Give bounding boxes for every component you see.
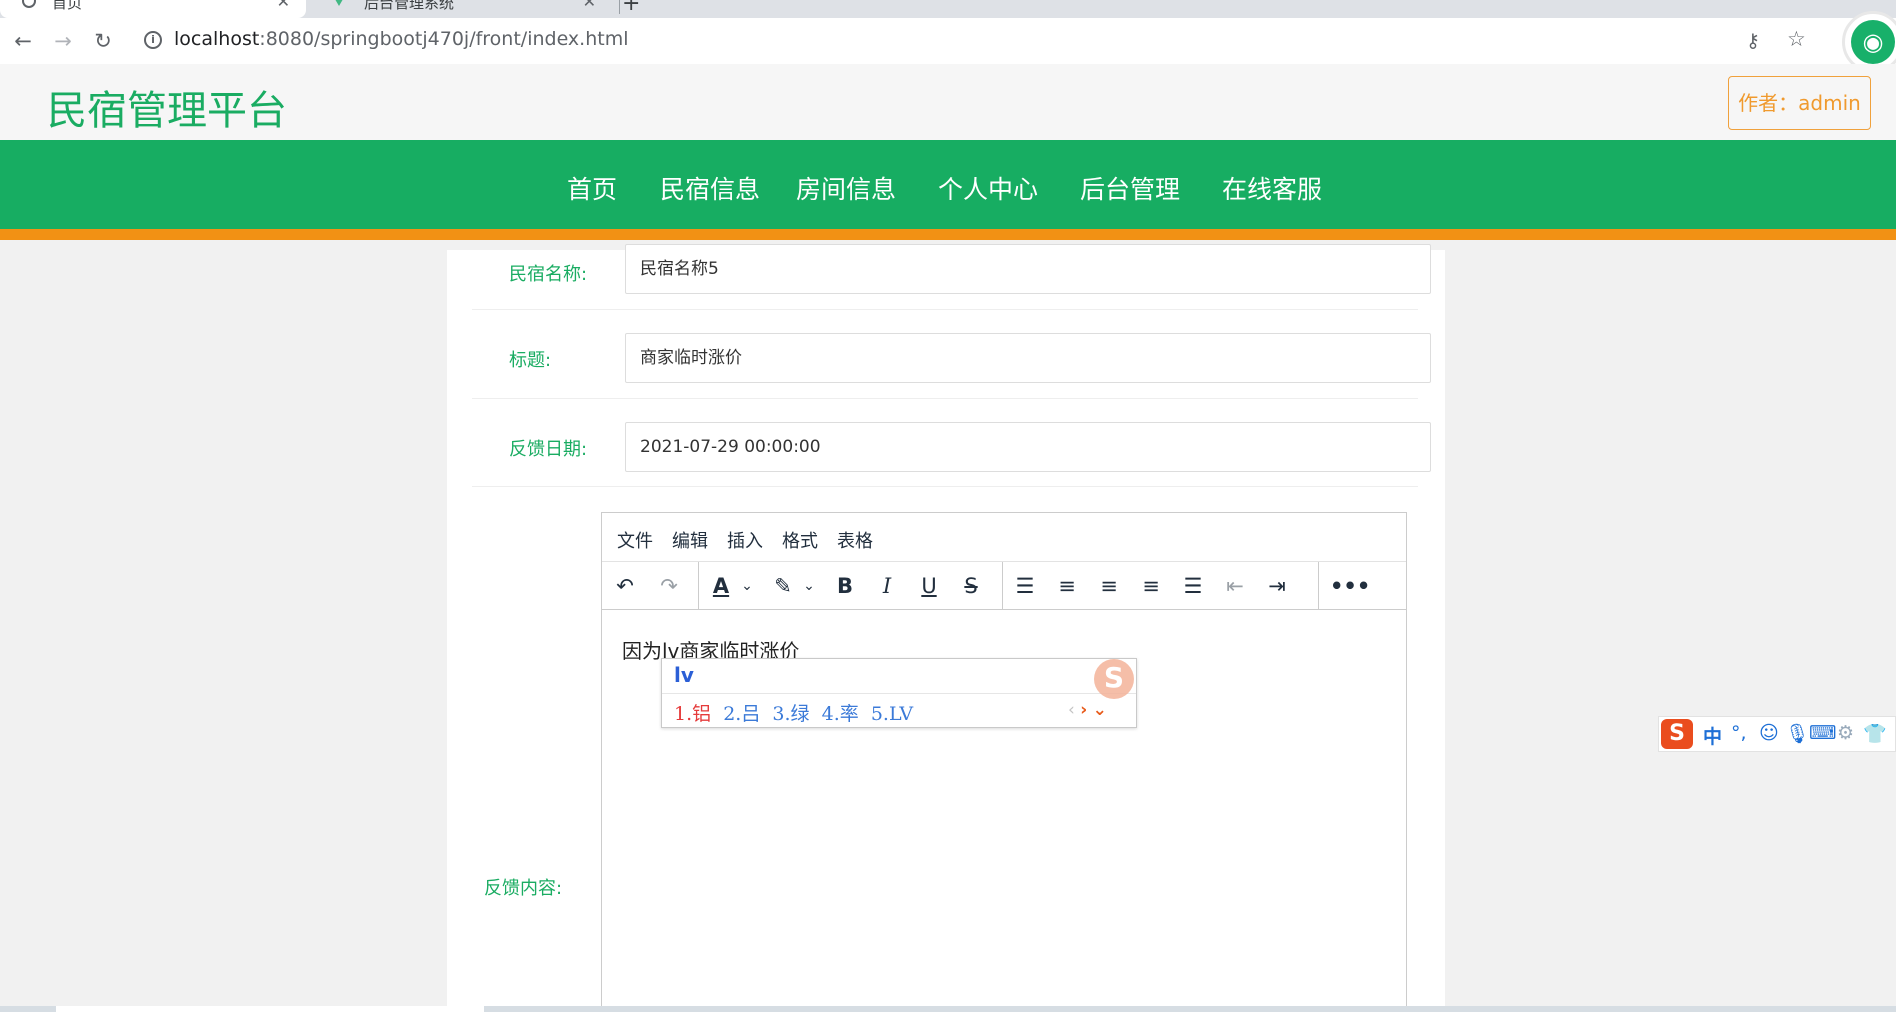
ime-candidates[interactable]: 1.铝 2.吕 3.绿 4.率 5.LV: [674, 699, 913, 726]
ime-status-bar: S 中 °, ☺ 🎙 ⌨ ⚙ 👕: [1658, 716, 1896, 752]
close-icon[interactable]: ✕: [277, 0, 290, 11]
chevron-down-icon[interactable]: ⌄: [792, 570, 826, 602]
strikethrough-icon[interactable]: S: [954, 570, 988, 602]
site-header: 民宿管理平台 作者：admin: [0, 64, 1896, 140]
browser-tab-strip: 首页 ✕ 后台管理系统 ✕ +: [0, 0, 1896, 18]
align-left-icon[interactable]: ≡: [1050, 570, 1084, 602]
editor-toolbar: ↶ ↷ A ⌄ ✎ ⌄ B I U S ☰ ≡ ≡ ≡ ☰ ⇤ ⇥ •••: [602, 562, 1406, 610]
ime-candidate-window: lv 1.铝 2.吕 3.绿 4.率 5.LV ‹ › ⌄ S: [661, 658, 1137, 728]
browser-toolbar: ← → ↻ i localhost:8080/springbootj470j/f…: [0, 18, 1896, 64]
nav-accent-bar: [0, 229, 1896, 240]
homestay-name-input[interactable]: 民宿名称5: [625, 244, 1431, 294]
vue-icon: [332, 0, 346, 6]
align-justify-icon[interactable]: ☰: [1176, 570, 1210, 602]
nav-item-homestay-info[interactable]: 民宿信息: [660, 170, 760, 206]
rich-text-editor: 文件 编辑 插入 格式 表格 ↶ ↷ A ⌄ ✎ ⌄ B I U S ☰ ≡ ≡…: [601, 512, 1407, 1012]
underline-icon[interactable]: U: [912, 570, 946, 602]
line-height-icon[interactable]: ☰: [1008, 570, 1042, 602]
keyboard-icon[interactable]: ⌨: [1809, 722, 1836, 744]
microphone-icon[interactable]: 🎙: [1785, 722, 1809, 745]
chinese-mode-indicator[interactable]: 中: [1703, 722, 1722, 749]
more-icon[interactable]: •••: [1330, 570, 1370, 602]
url-host: localhost: [174, 28, 260, 50]
punctuation-icon[interactable]: °,: [1731, 722, 1747, 744]
key-icon[interactable]: ⚷: [1746, 30, 1760, 52]
form-row-title: 标题: 商家临时涨价: [472, 310, 1431, 399]
reload-icon[interactable]: ↻: [86, 24, 120, 58]
nav-item-online-service[interactable]: 在线客服: [1222, 170, 1322, 206]
site-title: 民宿管理平台: [47, 88, 287, 134]
chevron-down-icon[interactable]: ⌄: [1093, 700, 1107, 720]
tab-separator: [619, 0, 620, 14]
outdent-icon[interactable]: ⇤: [1218, 570, 1252, 602]
content-label: 反馈内容:: [484, 878, 563, 899]
tab-admin[interactable]: 后台管理系统 ✕: [312, 0, 612, 18]
nav-item-home[interactable]: 首页: [567, 170, 617, 206]
editor-menubar: 文件 编辑 插入 格式 表格: [602, 513, 1406, 562]
chevron-down-icon[interactable]: ⌄: [730, 570, 764, 602]
nav-item-room-info[interactable]: 房间信息: [796, 170, 896, 206]
tab-title: 后台管理系统: [364, 0, 455, 12]
bottom-strip-segment: [56, 1006, 484, 1012]
toolbar-separator: [1002, 562, 1003, 610]
skin-icon[interactable]: 👕: [1863, 722, 1887, 745]
info-icon[interactable]: i: [144, 31, 162, 49]
sogou-logo-icon[interactable]: S: [1661, 719, 1693, 749]
ime-page-arrows[interactable]: ‹ › ⌄: [1068, 700, 1107, 720]
bold-icon[interactable]: B: [828, 570, 862, 602]
globe-icon: [22, 0, 36, 8]
url-path: :8080/springbootj470j/front/index.html: [259, 28, 629, 50]
emoji-icon[interactable]: ☺: [1759, 722, 1779, 744]
back-arrow-icon[interactable]: ←: [6, 24, 40, 58]
author-button[interactable]: 作者：admin: [1728, 76, 1871, 130]
date-label: 反馈日期:: [509, 439, 588, 460]
star-icon[interactable]: ☆: [1787, 27, 1806, 51]
nav-item-admin[interactable]: 后台管理: [1080, 170, 1180, 206]
toolbar-separator: [698, 562, 699, 610]
menu-format[interactable]: 格式: [782, 527, 818, 553]
ime-candidate-others[interactable]: 2.吕 3.绿 4.率 5.LV: [711, 703, 913, 725]
date-input[interactable]: 2021-07-29 00:00:00: [625, 422, 1431, 472]
ime-candidate-first[interactable]: 1.铝: [674, 703, 711, 725]
ime-composition: lv: [674, 663, 694, 687]
chevron-right-icon[interactable]: ›: [1080, 700, 1087, 720]
menu-insert[interactable]: 插入: [727, 527, 763, 553]
nav-item-personal-center[interactable]: 个人中心: [938, 170, 1038, 206]
align-center-icon[interactable]: ≡: [1092, 570, 1126, 602]
forward-arrow-icon[interactable]: →: [46, 24, 80, 58]
form-row-homestay-name: 民宿名称: 民宿名称5: [472, 244, 1431, 310]
tab-title: 首页: [52, 0, 83, 12]
undo-icon[interactable]: ↶: [608, 570, 642, 602]
title-input[interactable]: 商家临时涨价: [625, 333, 1431, 383]
chevron-left-icon[interactable]: ‹: [1068, 700, 1075, 720]
new-tab-button[interactable]: +: [622, 0, 640, 16]
ime-divider: [662, 693, 1136, 694]
indent-icon[interactable]: ⇥: [1260, 570, 1294, 602]
align-right-icon[interactable]: ≡: [1134, 570, 1168, 602]
main-nav: 首页 民宿信息 房间信息 个人中心 后台管理 在线客服: [0, 140, 1896, 240]
close-icon[interactable]: ✕: [583, 0, 596, 11]
toolbar-separator: [1318, 562, 1319, 610]
tab-home[interactable]: 首页 ✕: [0, 0, 306, 18]
wifi-icon: ◉: [1851, 20, 1895, 64]
sogou-logo-icon: S: [1094, 659, 1134, 699]
redo-icon[interactable]: ↷: [652, 570, 686, 602]
menu-edit[interactable]: 编辑: [672, 527, 708, 553]
title-label: 标题:: [509, 350, 552, 371]
menu-file[interactable]: 文件: [617, 527, 653, 553]
menu-table[interactable]: 表格: [837, 527, 873, 553]
form-row-date: 反馈日期: 2021-07-29 00:00:00: [472, 399, 1431, 487]
homestay-name-label: 民宿名称:: [509, 264, 588, 285]
bottom-strip: [0, 1006, 1896, 1012]
italic-icon[interactable]: I: [870, 570, 904, 602]
address-bar[interactable]: localhost:8080/springbootj470j/front/ind…: [174, 28, 629, 50]
tools-icon[interactable]: ⚙: [1837, 722, 1854, 744]
